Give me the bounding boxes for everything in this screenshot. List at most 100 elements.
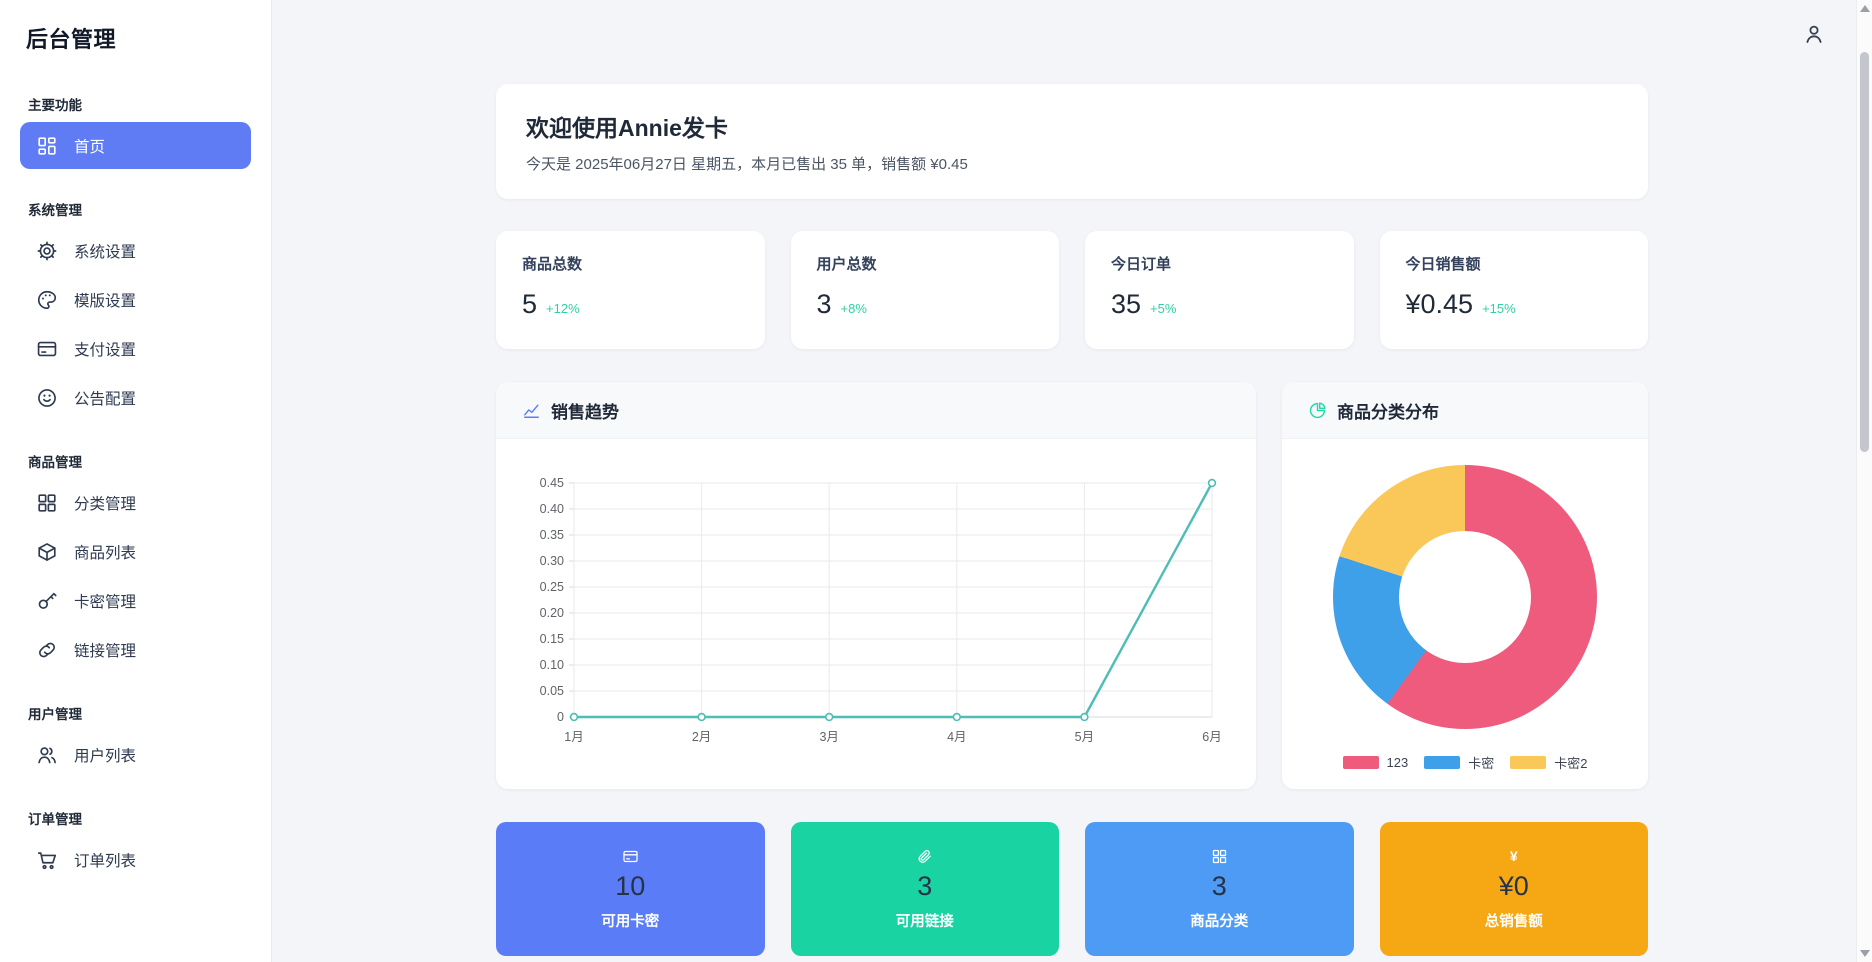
sidebar-item-order-list[interactable]: 订单列表	[20, 836, 251, 883]
key-icon	[36, 590, 58, 612]
y-axis-tick-label: 0.40	[540, 502, 564, 516]
credit-card-icon	[622, 848, 639, 865]
sidebar-item-label: 系统设置	[74, 243, 137, 261]
gear-icon	[36, 240, 58, 262]
sidebar-item-label: 公告配置	[74, 390, 137, 408]
sidebar-section-label: 主要功能	[28, 98, 82, 113]
stat-delta: +12%	[546, 301, 580, 316]
line-data-point	[1207, 478, 1217, 488]
stat-value: 3	[816, 289, 832, 319]
sales-trend-card: 销售趋势 0 0.05 0.10 0.15 0.20 0.25 0.30 0.35 0.40 0.…	[496, 382, 1256, 789]
sidebar-item-label: 链接管理	[74, 642, 137, 660]
y-axis-tick-label: 0.15	[540, 632, 564, 646]
category-distribution-card: 商品分类分布 123 卡密 卡密2	[1282, 382, 1648, 789]
category-donut-legend: 123 卡密 卡密2	[1342, 753, 1587, 772]
sidebar-item-label: 分类管理	[74, 495, 137, 513]
quick-stat-value: ¥0	[1498, 870, 1529, 901]
y-axis-tick-label: 0.20	[540, 606, 564, 620]
vertical-scrollbar[interactable]	[1856, 0, 1872, 962]
scrollbar-up-arrow[interactable]	[1859, 5, 1870, 12]
sidebar-item-user-list[interactable]: 用户列表	[20, 731, 251, 778]
stat-label: 今日订单	[1111, 256, 1172, 273]
sidebar-item-announcement-config[interactable]: 公告配置	[20, 374, 251, 421]
sales-trend-title: 销售趋势	[551, 402, 619, 422]
stat-card-total-products: 商品总数 5 +12%	[496, 231, 765, 349]
y-axis-tick-label: 0.35	[540, 528, 564, 542]
quick-stat-total-sales: ¥ ¥0 总销售额	[1379, 822, 1648, 956]
sidebar-item-system-settings[interactable]: 系统设置	[20, 227, 251, 274]
sidebar-item-card-key-management[interactable]: 卡密管理	[20, 577, 251, 624]
stat-delta: +5%	[1150, 301, 1177, 316]
sidebar-item-category-management[interactable]: 分类管理	[20, 479, 251, 526]
stat-label: 今日销售额	[1405, 256, 1481, 273]
line-data-point	[825, 712, 834, 722]
legend-item[interactable]: 123	[1342, 755, 1409, 770]
y-axis-tick-label: 0	[557, 710, 564, 724]
sidebar-section-label: 订单管理	[28, 812, 82, 827]
x-axis-tick-label: 6月	[1202, 730, 1221, 744]
cart-icon	[36, 849, 58, 871]
quick-stat-value: 3	[917, 870, 933, 901]
dashboard-grid-icon	[36, 135, 58, 157]
y-axis-tick-label: 0.05	[540, 684, 564, 698]
sales-trend-chart: 0 0.05 0.10 0.15 0.20 0.25 0.30 0.35 0.40 0.45 1月 2…	[496, 439, 1256, 774]
quick-stat-value: 10	[615, 870, 646, 901]
smiley-icon	[36, 387, 58, 409]
legend-swatch	[1424, 756, 1461, 769]
welcome-subtitle: 今天是 2025年06月27日 星期五，本月已售出 35 单，销售额 ¥0.45	[526, 156, 968, 173]
category-distribution-title: 商品分类分布	[1337, 402, 1439, 422]
line-data-point	[697, 712, 706, 722]
legend-item[interactable]: 卡密	[1424, 753, 1494, 772]
stat-delta: +8%	[840, 301, 867, 316]
link-icon	[36, 639, 58, 661]
legend-swatch	[1342, 756, 1379, 769]
y-axis-tick-label: 0.10	[540, 658, 564, 672]
stat-label: 商品总数	[522, 256, 583, 273]
sidebar-item-product-list[interactable]: 商品列表	[20, 528, 251, 575]
sidebar-item-label: 模版设置	[74, 292, 137, 310]
stat-value: 5	[522, 289, 538, 319]
quick-stat-label: 商品分类	[1190, 913, 1249, 930]
stat-label: 用户总数	[816, 256, 877, 273]
stats-row: 商品总数 5 +12% 用户总数 3 +8% 今日订单 35 +5% 今日销售额 ¥0.45 +15%	[496, 231, 1648, 349]
palette-icon	[36, 289, 58, 311]
sidebar-item-payment-settings[interactable]: 支付设置	[20, 325, 251, 372]
person-icon[interactable]	[1802, 22, 1826, 46]
category-donut-chart	[1333, 465, 1597, 729]
credit-card-icon	[36, 338, 58, 360]
sidebar-item-label: 订单列表	[74, 852, 137, 870]
stat-card-today-orders: 今日订单 35 +5%	[1085, 231, 1354, 349]
sidebar: 后台管理 主要功能 首页 系统管理 系统设置 模版设置 支付设置 公告配置 商品管理 分类管理商…	[0, 0, 272, 962]
quick-stat-label: 总销售额	[1484, 913, 1543, 930]
x-axis-tick-label: 2月	[692, 730, 711, 744]
legend-label: 卡密	[1468, 756, 1495, 771]
sales-trend-header: 销售趋势	[496, 382, 1256, 439]
line-data-point	[952, 712, 961, 722]
pie-chart-icon	[1308, 401, 1327, 420]
scrollbar-thumb[interactable]	[1860, 52, 1869, 452]
sidebar-item-template-settings[interactable]: 模版设置	[20, 276, 251, 323]
stat-card-total-users: 用户总数 3 +8%	[790, 231, 1059, 349]
grid-icon	[1211, 848, 1228, 865]
users-icon	[36, 744, 58, 766]
quick-stats-row: 10 可用卡密 3 可用链接 3 商品分类 ¥ ¥0 总销售额	[496, 822, 1648, 956]
legend-label: 123	[1386, 755, 1409, 770]
quick-stat-product-categories: 3 商品分类	[1085, 822, 1354, 956]
welcome-card: 欢迎使用Annie发卡 今天是 2025年06月27日 星期五，本月已售出 35…	[496, 84, 1648, 199]
sidebar-item-label: 首页	[74, 138, 106, 156]
main-content: 欢迎使用Annie发卡 今天是 2025年06月27日 星期五，本月已售出 35…	[272, 0, 1872, 962]
category-donut-body: 123 卡密 卡密2	[1282, 439, 1648, 772]
category-distribution-header: 商品分类分布	[1282, 382, 1648, 439]
sidebar-item-label: 支付设置	[74, 341, 137, 359]
y-axis-tick-label: 0.25	[540, 580, 564, 594]
scrollbar-down-arrow[interactable]	[1859, 950, 1870, 957]
sidebar-item-label: 商品列表	[74, 544, 137, 562]
charts-row: 销售趋势 0 0.05 0.10 0.15 0.20 0.25 0.30 0.35 0.40 0.…	[496, 382, 1648, 789]
legend-item[interactable]: 卡密2	[1510, 753, 1587, 772]
package-icon	[36, 541, 58, 563]
app-title: 后台管理	[26, 27, 117, 52]
sidebar-section-label: 系统管理	[28, 203, 82, 218]
sidebar-item-home[interactable]: 首页	[20, 122, 251, 169]
sidebar-item-link-management[interactable]: 链接管理	[20, 626, 251, 673]
line-data-point	[1080, 712, 1089, 722]
